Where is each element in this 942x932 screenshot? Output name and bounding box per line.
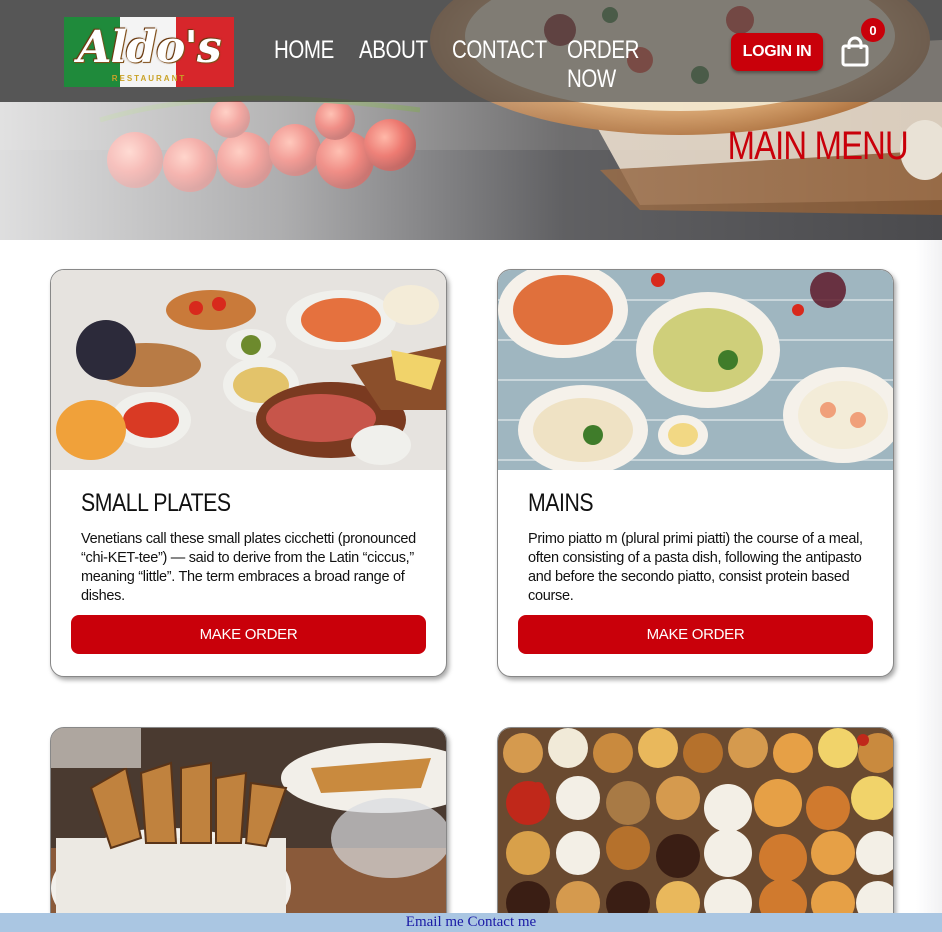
email-link[interactable]: Email me	[406, 914, 464, 930]
page-title: MAIN MENU	[727, 124, 909, 168]
small-plates-image	[51, 270, 446, 470]
card-description: Primo piatto m (plural primi piatti) the…	[528, 531, 863, 604]
potato-wedges-image	[51, 728, 446, 932]
top-navbar: Aldo's RESTAURANT HOME ABOUT CONTACT ORD…	[0, 0, 942, 102]
make-order-button[interactable]: MAKE ORDER	[518, 615, 873, 654]
card-title: SMALL PLATES	[81, 489, 231, 517]
menu-card-mains: MAINS Primo piatto m (plural primi piatt…	[497, 269, 894, 677]
card-description: Venetians call these small plates cicche…	[81, 531, 416, 604]
menu-card-desserts	[497, 727, 894, 932]
make-order-button[interactable]: MAKE ORDER	[71, 615, 426, 654]
cart-count-badge: 0	[861, 18, 885, 42]
logo-subtitle: RESTAURANT	[111, 74, 187, 83]
login-button[interactable]: LOGIN IN	[731, 33, 823, 71]
pastries-image	[498, 728, 893, 928]
hero-banner: Aldo's RESTAURANT HOME ABOUT CONTACT ORD…	[0, 0, 942, 240]
logo-text: Aldo's	[77, 22, 221, 73]
contact-link[interactable]: Contact me	[467, 914, 536, 930]
mains-image	[498, 270, 893, 475]
restaurant-logo[interactable]: Aldo's RESTAURANT	[64, 17, 234, 87]
hero-fade-overlay	[0, 102, 942, 240]
menu-card-sides	[50, 727, 447, 932]
footer-bar: Email me Contact me	[0, 913, 942, 932]
nav-contact[interactable]: CONTACT	[452, 36, 547, 65]
menu-card-small-plates: SMALL PLATES Venetians call these small …	[50, 269, 447, 677]
nav-about[interactable]: ABOUT	[359, 36, 428, 65]
nav-order-now[interactable]: ORDER NOW	[567, 36, 682, 94]
nav-home[interactable]: HOME	[274, 36, 334, 65]
shopping-bag-icon[interactable]	[840, 36, 870, 68]
page-edge-shadow	[916, 240, 942, 913]
card-title: MAINS	[528, 489, 594, 517]
